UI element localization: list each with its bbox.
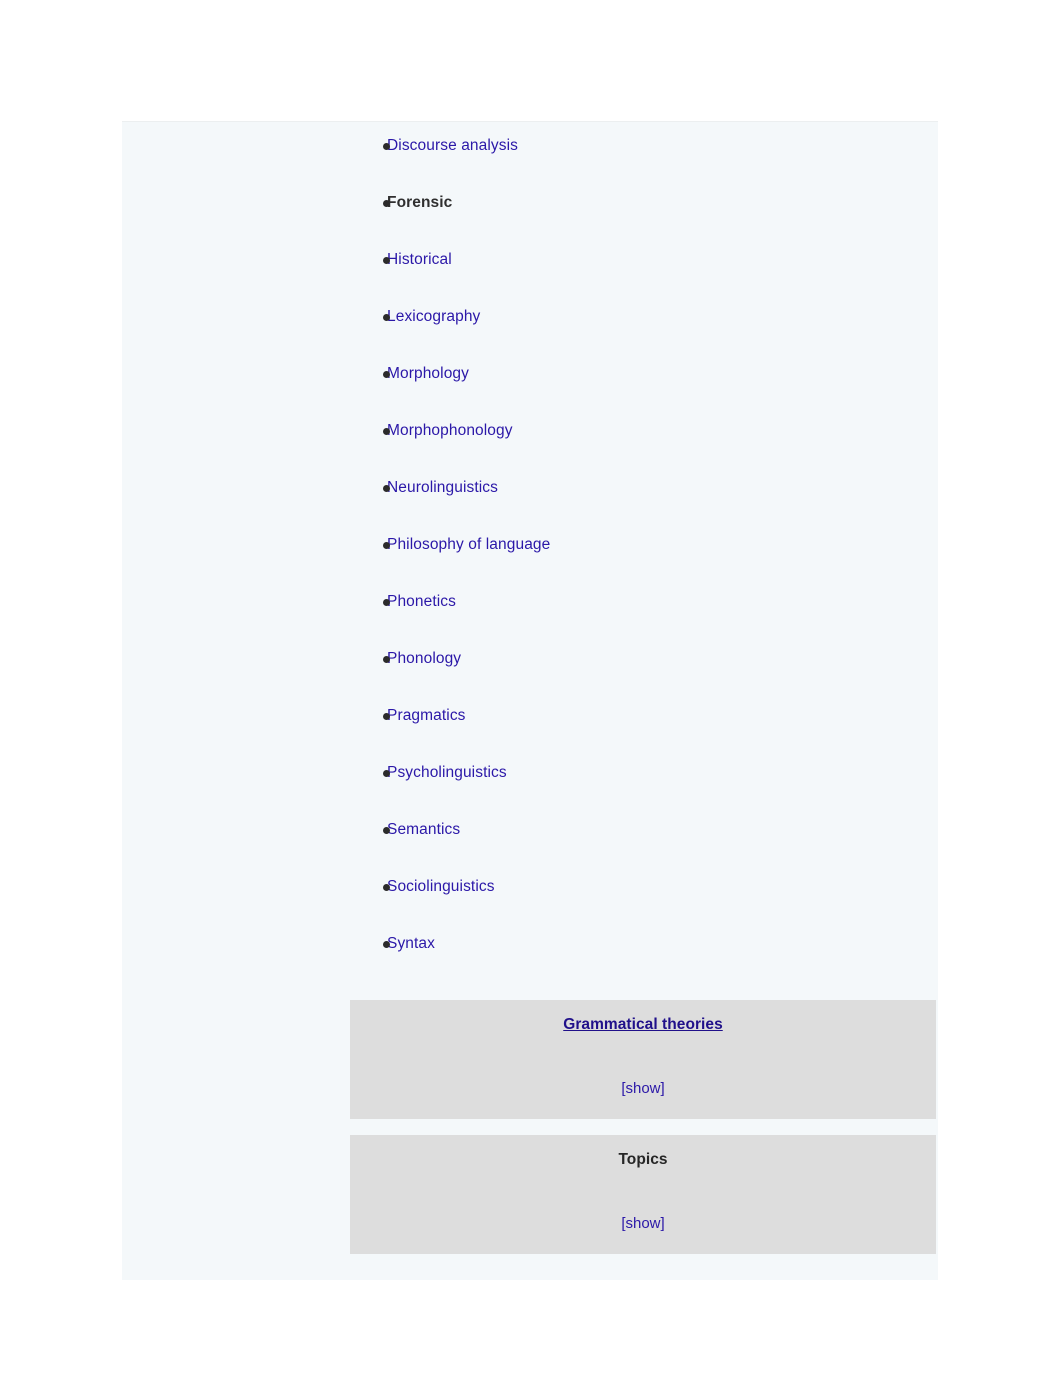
bullet-icon: [383, 827, 390, 834]
subfield-link-neurolinguistics[interactable]: Neurolinguistics: [387, 478, 498, 497]
subfield-link-discourse-analysis[interactable]: Discourse analysis: [387, 136, 518, 155]
list-item: Philosophy of language: [122, 521, 938, 578]
bullet-icon: [383, 428, 390, 435]
list-item: Psycholinguistics: [122, 749, 938, 806]
bullet-icon: [383, 656, 390, 663]
list-item: Discourse analysis: [122, 122, 938, 179]
bullet-icon: [383, 713, 390, 720]
bullet-icon: [383, 371, 390, 378]
list-item: Forensic: [122, 179, 938, 236]
subfield-link-philosophy-of-language[interactable]: Philosophy of language: [387, 535, 550, 554]
bullet-icon: [383, 941, 390, 948]
navbox-title-topics: Topics: [618, 1151, 668, 1168]
subfield-link-psycholinguistics[interactable]: Psycholinguistics: [387, 763, 507, 782]
subfield-current-forensic: Forensic: [387, 194, 453, 211]
subfield-link-morphophonology[interactable]: Morphophonology: [387, 421, 513, 440]
subfield-link-sociolinguistics[interactable]: Sociolinguistics: [387, 877, 495, 896]
navbox-toggle-topics[interactable]: [show]: [350, 1215, 936, 1233]
subfield-link-phonology[interactable]: Phonology: [387, 649, 461, 668]
navbox-toggle-grammatical-theories[interactable]: [show]: [350, 1080, 936, 1098]
bullet-icon: [383, 542, 390, 549]
navbox-topics: Topics [show]: [350, 1135, 936, 1254]
subfield-link-phonetics[interactable]: Phonetics: [387, 592, 456, 611]
subfields-list: Discourse analysis Forensic Historical L…: [122, 122, 938, 977]
bullet-icon: [383, 143, 390, 150]
subfield-link-lexicography[interactable]: Lexicography: [387, 307, 480, 326]
subfield-link-morphology[interactable]: Morphology: [387, 364, 469, 383]
bullet-icon: [383, 599, 390, 606]
subfield-link-historical[interactable]: Historical: [387, 250, 452, 269]
subfield-link-pragmatics[interactable]: Pragmatics: [387, 706, 466, 725]
subfield-link-syntax[interactable]: Syntax: [387, 934, 435, 953]
list-item: Morphology: [122, 350, 938, 407]
list-item: Morphophonology: [122, 407, 938, 464]
list-item: Sociolinguistics: [122, 863, 938, 920]
bullet-icon: [383, 257, 390, 264]
bullet-icon: [383, 770, 390, 777]
bullet-icon: [383, 485, 390, 492]
list-item: Syntax: [122, 920, 938, 977]
linguistics-infobox-panel: Discourse analysis Forensic Historical L…: [122, 121, 938, 1280]
list-item: Phonetics: [122, 578, 938, 635]
list-item: Neurolinguistics: [122, 464, 938, 521]
list-item: Historical: [122, 236, 938, 293]
navbox-title-grammatical-theories[interactable]: Grammatical theories: [350, 1015, 936, 1034]
bullet-icon: [383, 884, 390, 891]
list-item: Pragmatics: [122, 692, 938, 749]
list-item: Phonology: [122, 635, 938, 692]
list-item: Lexicography: [122, 293, 938, 350]
bullet-icon: [383, 314, 390, 321]
subfield-link-semantics[interactable]: Semantics: [387, 820, 460, 839]
bullet-icon: [383, 200, 390, 207]
navbox-grammatical-theories: Grammatical theories [show]: [350, 1000, 936, 1119]
list-item: Semantics: [122, 806, 938, 863]
